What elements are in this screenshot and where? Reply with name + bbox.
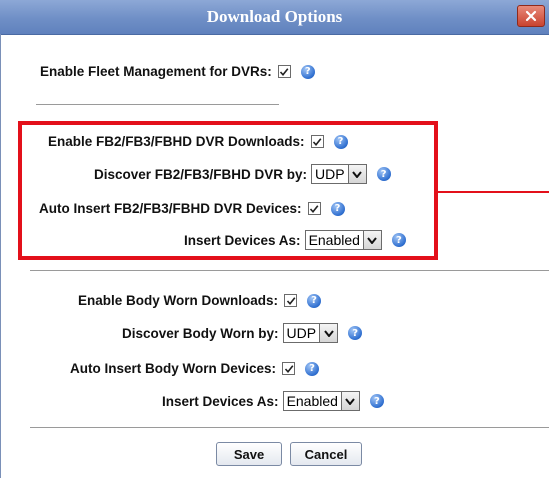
- body-worn-auto-insert-row: Auto Insert Body Worn Devices: ?: [70, 361, 320, 376]
- dropdown-arrow[interactable]: [340, 392, 359, 410]
- save-button[interactable]: Save: [216, 442, 282, 466]
- body-worn-discover-label: Discover Body Worn by:: [122, 325, 279, 341]
- body-worn-insert-as-label: Insert Devices As:: [162, 393, 279, 409]
- checkmark-icon: [280, 67, 289, 76]
- dialog-title: Download Options: [206, 7, 343, 26]
- help-icon[interactable]: ?: [348, 326, 363, 340]
- help-icon[interactable]: ?: [333, 134, 348, 149]
- divider: [30, 270, 549, 271]
- checkmark-icon: [284, 364, 293, 373]
- help-icon[interactable]: ?: [307, 293, 322, 308]
- body-worn-discover-select[interactable]: UDP: [282, 323, 339, 343]
- fleet-management-label: Enable Fleet Management for DVRs:: [40, 64, 272, 79]
- dialog-title-bar: Download Options: [0, 0, 549, 35]
- fb-discover-label: Discover FB2/FB3/FBHD DVR by:: [94, 166, 308, 182]
- chevron-down-icon: [367, 236, 378, 244]
- dropdown-arrow[interactable]: [347, 165, 366, 183]
- body-worn-enable-label: Enable Body Worn Downloads:: [78, 293, 279, 308]
- dropdown-arrow[interactable]: [319, 324, 338, 342]
- chevron-down-icon: [352, 170, 362, 178]
- highlight-callout-line: [438, 191, 549, 193]
- body-worn-discover-row: Discover Body Worn by: UDP ?: [122, 323, 363, 343]
- fb-enable-row: Enable FB2/FB3/FBHD DVR Downloads: ?: [48, 134, 348, 149]
- fb-discover-row: Discover FB2/FB3/FBHD DVR by: UDP ?: [94, 164, 391, 184]
- body-worn-auto-insert-checkbox[interactable]: [282, 362, 296, 375]
- body-worn-discover-value: UDP: [286, 325, 317, 341]
- fb-auto-insert-checkbox[interactable]: [307, 202, 321, 215]
- help-icon[interactable]: ?: [369, 394, 384, 408]
- download-options-dialog: Download Options Enable Fleet Management…: [0, 0, 549, 478]
- fb-insert-as-label: Insert Devices As:: [184, 232, 301, 248]
- fb-discover-value: UDP: [315, 166, 345, 182]
- body-worn-enable-checkbox[interactable]: [284, 294, 298, 307]
- cancel-button[interactable]: Cancel: [290, 442, 362, 466]
- close-button[interactable]: [517, 5, 545, 27]
- fb-discover-select[interactable]: UDP: [311, 164, 367, 184]
- fb-enable-label: Enable FB2/FB3/FBHD DVR Downloads:: [48, 134, 305, 149]
- fb-insert-as-select[interactable]: Enabled: [304, 230, 382, 250]
- checkmark-icon: [312, 137, 322, 146]
- fb-insert-as-row: Insert Devices As: Enabled ?: [184, 230, 406, 250]
- chevron-down-icon: [345, 397, 356, 405]
- help-icon[interactable]: ?: [305, 361, 320, 376]
- close-icon: [525, 10, 537, 22]
- fleet-management-checkbox[interactable]: [277, 65, 291, 78]
- chevron-down-icon: [323, 329, 334, 337]
- divider: [36, 104, 279, 105]
- dialog-left-border: [0, 34, 1, 478]
- body-worn-insert-as-row: Insert Devices As: Enabled ?: [162, 391, 384, 411]
- help-icon[interactable]: ?: [300, 64, 315, 79]
- dropdown-arrow[interactable]: [362, 231, 381, 249]
- fb-insert-as-value: Enabled: [308, 232, 360, 248]
- fb-auto-insert-label: Auto Insert FB2/FB3/FBHD DVR Devices:: [39, 201, 302, 216]
- fb-enable-checkbox[interactable]: [310, 135, 324, 148]
- checkmark-icon: [286, 296, 295, 305]
- help-icon[interactable]: ?: [391, 233, 406, 247]
- checkmark-icon: [309, 204, 319, 213]
- help-icon[interactable]: ?: [376, 167, 391, 181]
- help-icon[interactable]: ?: [330, 201, 345, 216]
- fleet-management-row: Enable Fleet Management for DVRs: ?: [40, 64, 315, 79]
- fb-auto-insert-row: Auto Insert FB2/FB3/FBHD DVR Devices: ?: [39, 201, 345, 216]
- body-worn-insert-as-value: Enabled: [286, 393, 338, 409]
- body-worn-auto-insert-label: Auto Insert Body Worn Devices:: [70, 361, 277, 376]
- body-worn-insert-as-select[interactable]: Enabled: [282, 391, 360, 411]
- body-worn-enable-row: Enable Body Worn Downloads: ?: [78, 293, 322, 308]
- divider: [30, 427, 549, 428]
